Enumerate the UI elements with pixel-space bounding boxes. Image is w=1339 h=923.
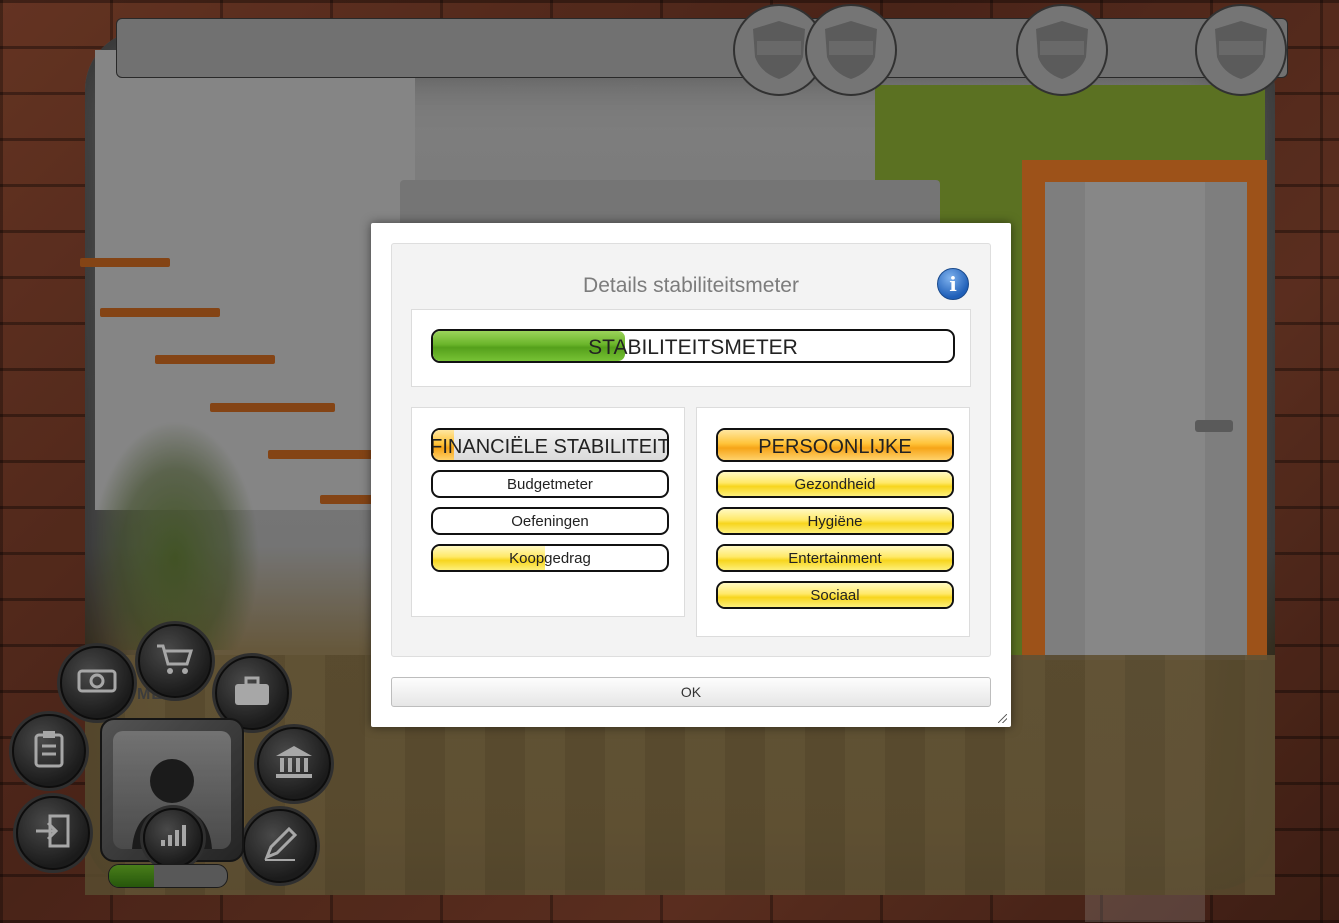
budgetmeter-bar[interactable]: Budgetmeter xyxy=(431,470,669,498)
stability-meter-card: STABILITEITSMETER xyxy=(411,309,971,387)
dialog-content: Details stabiliteitsmeter i STABILITEITS… xyxy=(391,243,991,657)
budgetmeter-label: Budgetmeter xyxy=(507,475,593,493)
personal-stability-bar[interactable]: PERSOONLIJKE xyxy=(716,428,954,462)
entertainment-bar[interactable]: Entertainment xyxy=(716,544,954,572)
gezondheid-bar[interactable]: Gezondheid xyxy=(716,470,954,498)
financial-stability-label: FINANCIËLE STABILITEIT xyxy=(431,435,669,458)
personal-stability-label: PERSOONLIJKE xyxy=(758,435,912,458)
gezondheid-label: Gezondheid xyxy=(794,475,876,493)
sociaal-bar[interactable]: Sociaal xyxy=(716,581,954,609)
koopgedrag-label: Koopgedrag xyxy=(509,549,591,567)
financial-stability-card: FINANCIËLE STABILITEIT Budgetmeter Oefen… xyxy=(411,407,685,617)
hygiene-bar[interactable]: Hygiëne xyxy=(716,507,954,535)
sociaal-label: Sociaal xyxy=(810,586,860,604)
hygiene-label: Hygiëne xyxy=(807,512,863,530)
stability-details-dialog: Details stabiliteitsmeter i STABILITEITS… xyxy=(371,223,1011,727)
ok-button[interactable]: OK xyxy=(391,677,991,707)
personal-stability-card: PERSOONLIJKE Gezondheid Hygiëne Entertai… xyxy=(696,407,970,637)
stability-meter-bar[interactable]: STABILITEITSMETER xyxy=(431,329,955,363)
koopgedrag-bar[interactable]: Koopgedrag xyxy=(431,544,669,572)
resize-handle[interactable] xyxy=(998,714,1007,723)
stability-meter-label: STABILITEITSMETER xyxy=(588,336,798,359)
oefeningen-bar[interactable]: Oefeningen xyxy=(431,507,669,535)
financial-stability-bar[interactable]: FINANCIËLE STABILITEIT xyxy=(431,428,669,462)
info-icon[interactable]: i xyxy=(937,268,969,300)
oefeningen-label: Oefeningen xyxy=(511,512,589,530)
entertainment-label: Entertainment xyxy=(788,549,882,567)
dialog-title: Details stabiliteitsmeter xyxy=(583,274,799,297)
